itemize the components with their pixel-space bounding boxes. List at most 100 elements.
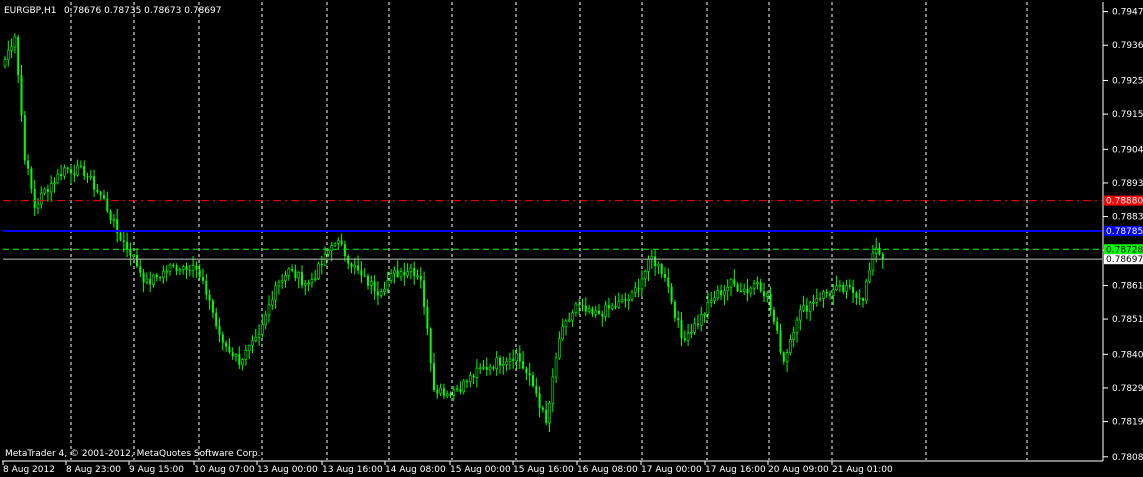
- candle-body-bull: [505, 361, 508, 365]
- candle-body-bear: [231, 352, 234, 357]
- candle-body-bull: [716, 290, 720, 299]
- candle-body-bear: [525, 368, 528, 374]
- candle-body-bull: [574, 303, 578, 313]
- candle-body-bull: [152, 274, 155, 285]
- candle-body-bull: [795, 319, 799, 333]
- y-tick-label: 0.79040: [1112, 145, 1143, 155]
- x-tick-label: 10 Aug 07:00: [194, 465, 255, 475]
- candle-body-bear: [578, 303, 581, 305]
- candle-body-bull: [277, 281, 281, 287]
- candle-body-bull: [267, 304, 271, 316]
- candle-body-bear: [357, 265, 360, 271]
- candle-body-bear: [670, 286, 673, 302]
- candle-body-bear: [769, 293, 772, 310]
- candle-body-bear: [429, 328, 432, 364]
- candle-body-bull: [808, 302, 812, 312]
- candle-body-bear: [736, 284, 739, 292]
- candle-body-bear: [518, 353, 521, 362]
- candle-body-bear: [881, 253, 884, 260]
- candle-body-bear: [746, 289, 749, 294]
- candle-body-bull: [482, 366, 485, 369]
- candle-body-bear: [466, 380, 468, 382]
- candle-body-bull: [475, 367, 479, 378]
- candle-body-bull: [564, 320, 568, 327]
- candle-body-bull: [36, 203, 40, 209]
- candle-body-bull: [752, 283, 756, 289]
- candle-body-bull: [112, 218, 116, 221]
- candle-body-bear: [413, 267, 416, 276]
- candle-body-bull: [7, 50, 10, 60]
- candle-body-bear: [320, 263, 323, 266]
- candle-body-bull: [686, 332, 690, 341]
- candle-body-bull: [389, 273, 393, 281]
- candle-body-bear: [858, 298, 861, 300]
- candle-body-bear: [350, 263, 353, 267]
- candle-body-bull: [627, 298, 631, 301]
- candle-body-bear: [238, 354, 241, 365]
- candle-body-bull: [383, 288, 386, 293]
- candle-body-bear: [27, 160, 30, 169]
- candle-body-bull: [353, 265, 357, 268]
- candle-body-bear: [697, 323, 699, 326]
- candle-body-bull: [132, 254, 135, 257]
- candle-body-bear: [198, 269, 201, 278]
- candle-body-bear: [188, 270, 191, 272]
- candle-body-bull: [178, 269, 182, 272]
- candle-body-bull: [798, 309, 802, 321]
- candle-body-bull: [399, 271, 403, 278]
- candle-body-bear: [426, 306, 429, 329]
- candle-body-bear: [532, 375, 534, 387]
- candle-body-bull: [785, 352, 789, 363]
- candle-body-bear: [301, 272, 303, 286]
- candle-body-bull: [594, 310, 598, 315]
- candle-body-bull: [765, 293, 769, 297]
- price-chart[interactable]: 0.79470 0.79365 0.79255 0.79150 0.79040 0.789…: [0, 0, 1143, 477]
- candle-body-bull: [742, 288, 746, 292]
- candle-body-bull: [699, 314, 703, 326]
- candle-body-bull: [515, 352, 518, 362]
- candle-body-bull: [495, 357, 499, 369]
- candle-body-bull: [310, 279, 314, 284]
- copyright-text: MetaTrader 4, © 2001-2012, MetaQuotes So…: [5, 449, 261, 459]
- candle-body-bear: [96, 189, 99, 192]
- candle-body-bull: [416, 275, 419, 278]
- candle-body-bear: [720, 290, 723, 296]
- candle-body-bear: [591, 308, 594, 315]
- candle-body-bull: [633, 287, 637, 293]
- candle-body-bear: [449, 393, 452, 396]
- candle-body-bear: [855, 292, 858, 299]
- candle-body-bear: [779, 330, 782, 353]
- x-tick-label: 17 Aug 00:00: [641, 465, 702, 475]
- candle-body-bull: [297, 272, 301, 279]
- candle-body-bear: [403, 271, 406, 276]
- candle-body-bear: [472, 375, 475, 378]
- candle-body-bear: [624, 299, 627, 301]
- chart-title: EURGBP,H1: [4, 6, 56, 16]
- candle-body-bull: [462, 380, 466, 393]
- candle-body-bear: [225, 342, 228, 347]
- candle-body-bear: [159, 277, 162, 279]
- candle-body-bear: [373, 281, 376, 292]
- candle-body-bear: [109, 211, 112, 221]
- candle-body-bull: [723, 290, 726, 296]
- candle-body-bull: [749, 287, 753, 294]
- candle-body-bear: [805, 305, 808, 312]
- y-tick-label: 0.78935: [1112, 179, 1143, 189]
- candle-body-bear: [122, 240, 125, 242]
- candle-body-bear: [654, 256, 657, 267]
- y-tick-label: 0.78190: [1112, 418, 1143, 428]
- candle-body-bear: [215, 312, 218, 327]
- candle-body-bear: [485, 367, 488, 370]
- candle-body-bull: [330, 245, 334, 252]
- candle-body-bull: [254, 336, 258, 341]
- candle-body-bull: [874, 247, 878, 254]
- candle-body-bear: [680, 320, 683, 339]
- candle-body-bull: [452, 389, 456, 396]
- candle-body-bull: [43, 188, 46, 194]
- x-tick-label: 15 Aug 00:00: [450, 465, 511, 475]
- candle-body-bull: [690, 331, 693, 334]
- candle-body-bull: [643, 271, 647, 280]
- candle-body-bull: [307, 282, 310, 285]
- candle-body-bear: [367, 275, 369, 286]
- y-tick-label: 0.79470: [1112, 8, 1143, 18]
